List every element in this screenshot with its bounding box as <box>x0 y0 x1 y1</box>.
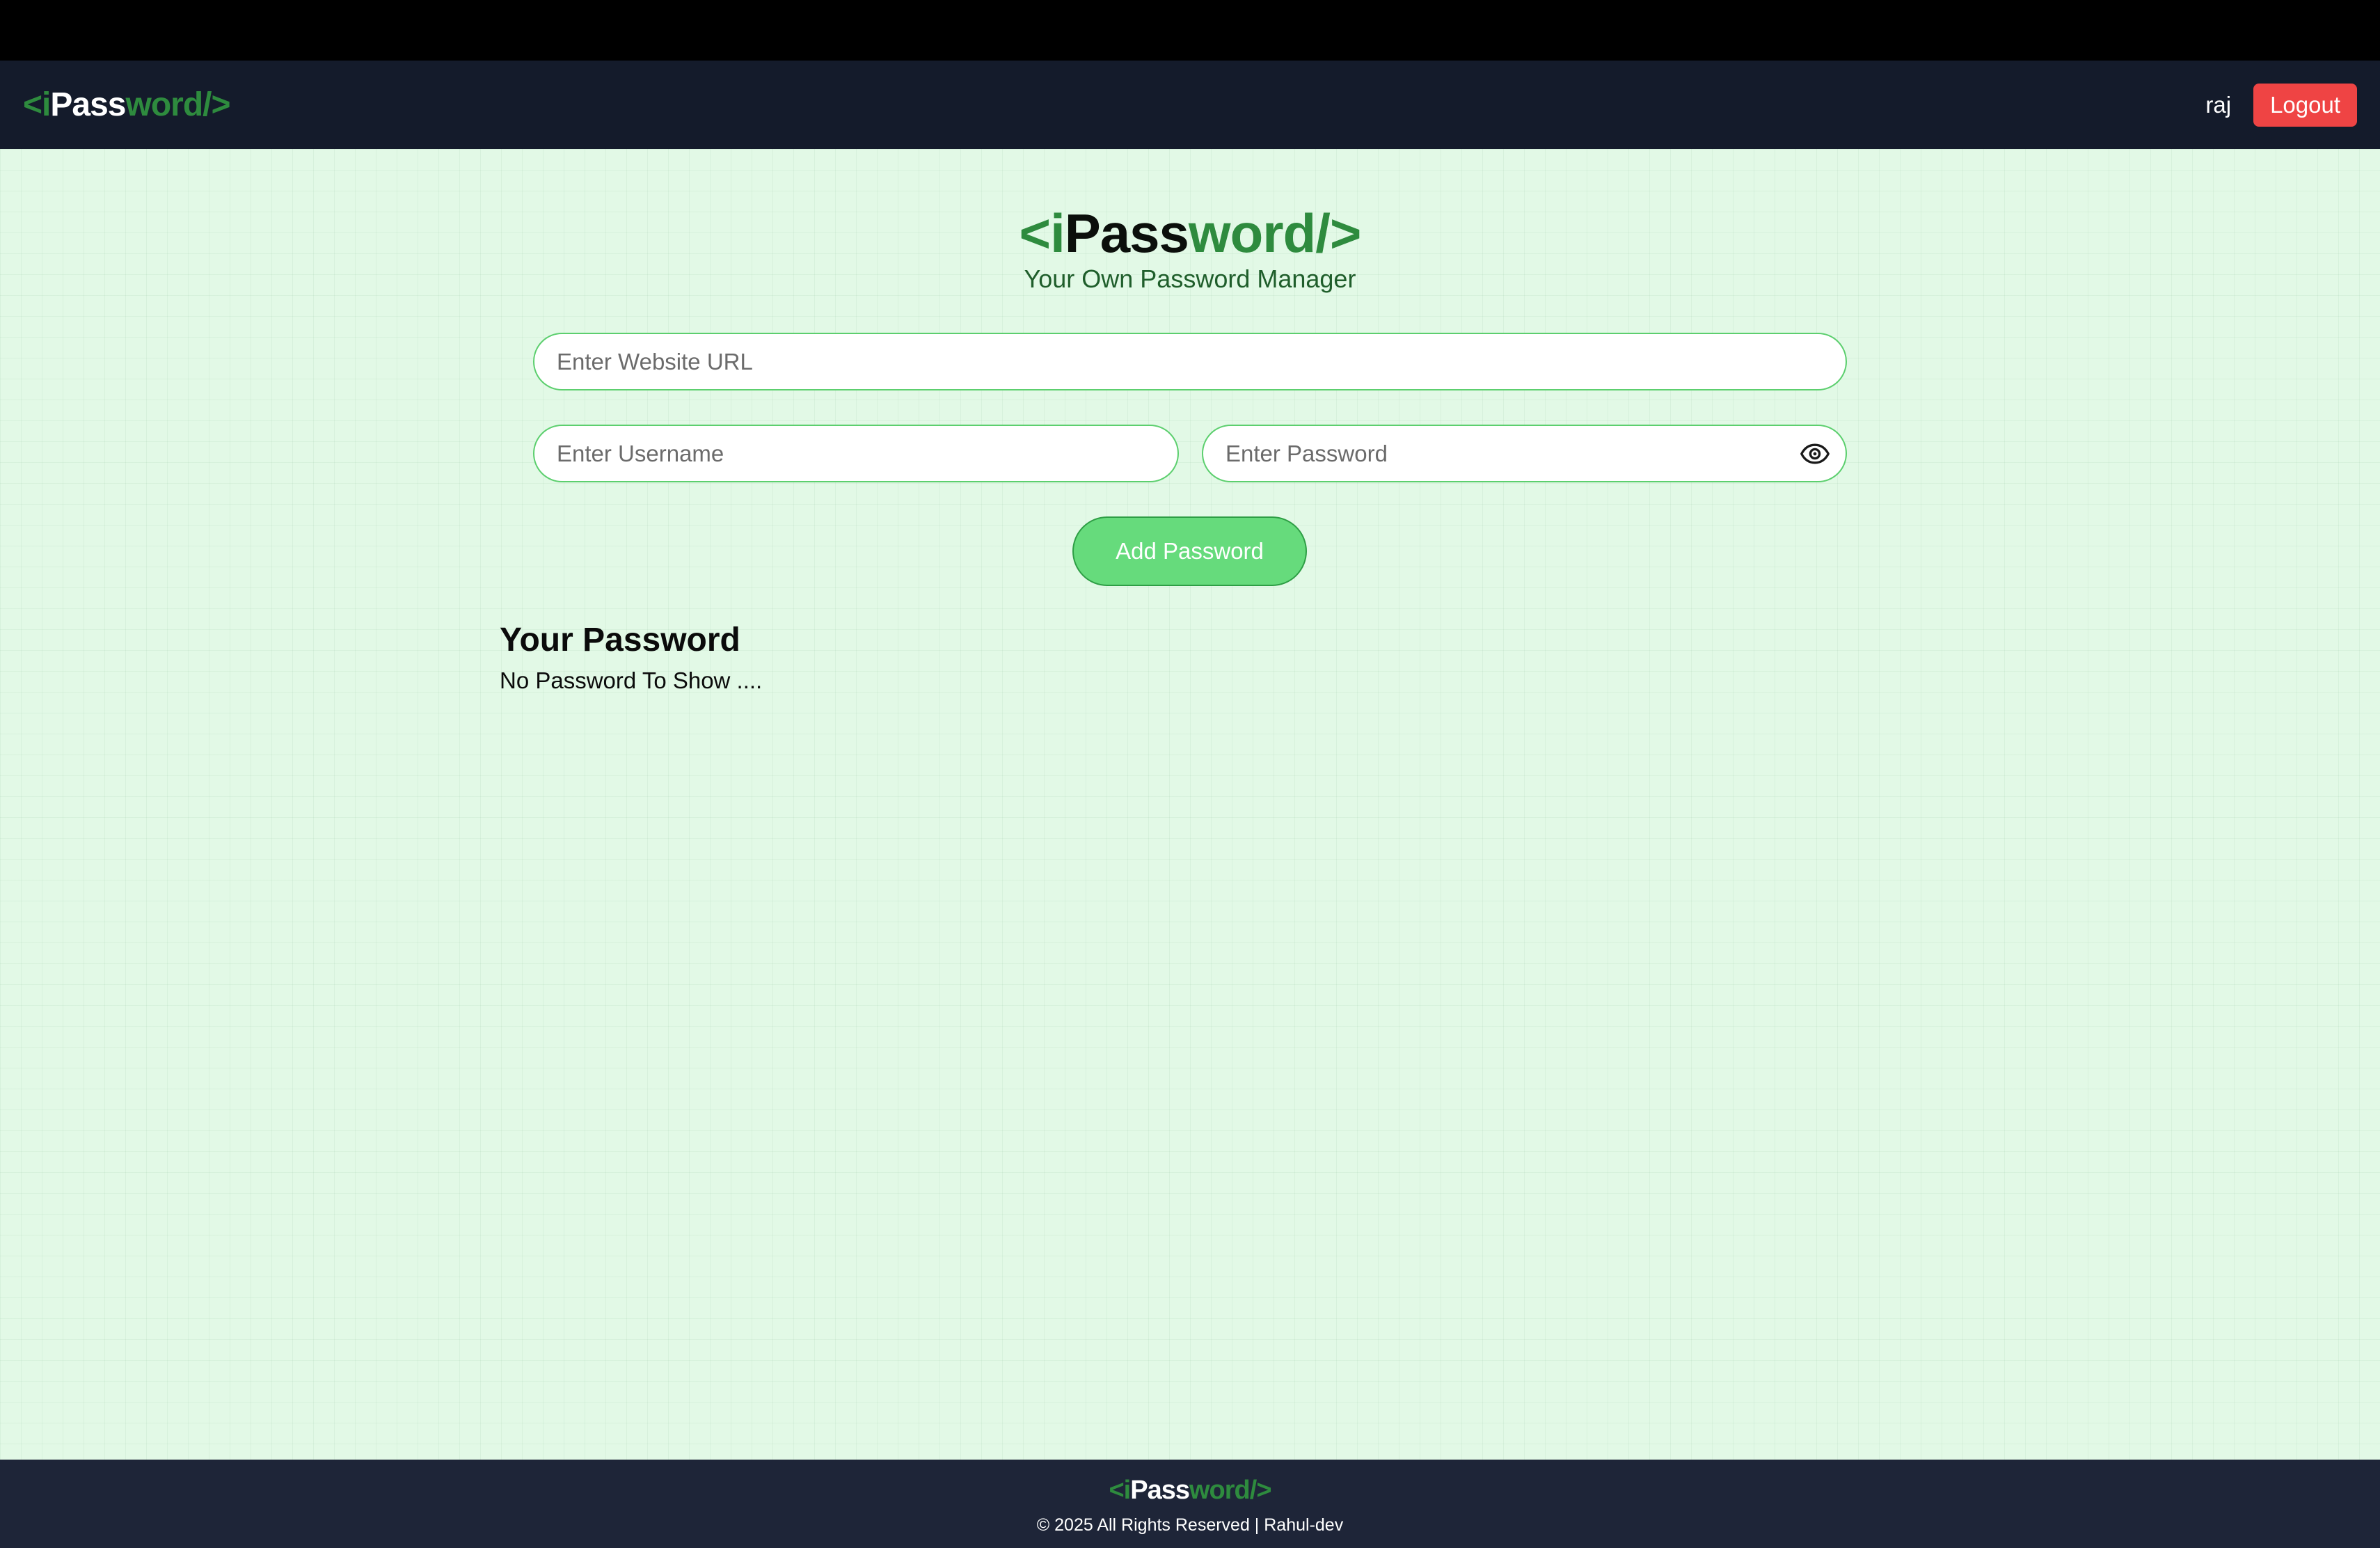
logo-word: word <box>1189 1476 1251 1505</box>
password-input[interactable] <box>1225 440 1793 467</box>
logo-i: i <box>1050 203 1065 264</box>
password-field[interactable] <box>1202 425 1847 482</box>
logo-pass: Pass <box>50 86 126 123</box>
logo-open-bracket: < <box>1109 1476 1124 1505</box>
logo-i: i <box>1123 1476 1132 1505</box>
passwords-section-title: Your Password <box>500 622 740 658</box>
logo-word: word <box>1188 203 1316 264</box>
website-url-input[interactable] <box>557 348 1823 375</box>
logo-i: i <box>42 86 51 123</box>
current-username: raj <box>2205 91 2232 118</box>
logo-pass: Pass <box>1064 203 1189 264</box>
add-password-button[interactable]: Add Password <box>1072 516 1307 586</box>
logout-button[interactable]: Logout <box>2253 83 2357 127</box>
top-black-strip <box>0 0 2380 61</box>
logo-pass: Pass <box>1130 1476 1190 1505</box>
logo-close-bracket: /> <box>1315 203 1361 264</box>
main-content: <iPassword/> Your Own Password Manager A… <box>0 149 2380 1460</box>
eye-icon[interactable] <box>1800 439 1830 469</box>
footer-logo: <iPassword/> <box>0 1477 2380 1503</box>
footer: <iPassword/> © 2025 All Rights Reserved … <box>0 1460 2380 1548</box>
navbar: <iPassword/> raj Logout <box>0 61 2380 149</box>
username-field[interactable] <box>533 425 1179 482</box>
logo-open-bracket: < <box>23 86 42 123</box>
logo-close-bracket: /> <box>1249 1476 1272 1505</box>
footer-copyright: © 2025 All Rights Reserved | Rahul-dev <box>1036 1515 1344 1535</box>
website-url-field[interactable] <box>533 333 1847 390</box>
username-input[interactable] <box>557 440 1155 467</box>
logo-word: word <box>125 86 203 123</box>
hero-logo: <iPassword/> <box>0 206 2380 260</box>
empty-passwords-message: No Password To Show .... <box>500 668 763 693</box>
nav-user-area: raj Logout <box>2205 83 2357 127</box>
nav-logo[interactable]: <iPassword/> <box>23 86 231 123</box>
logo-close-bracket: /> <box>203 86 230 123</box>
logo-open-bracket: < <box>1019 203 1052 264</box>
tagline: Your Own Password Manager <box>1024 264 1356 293</box>
